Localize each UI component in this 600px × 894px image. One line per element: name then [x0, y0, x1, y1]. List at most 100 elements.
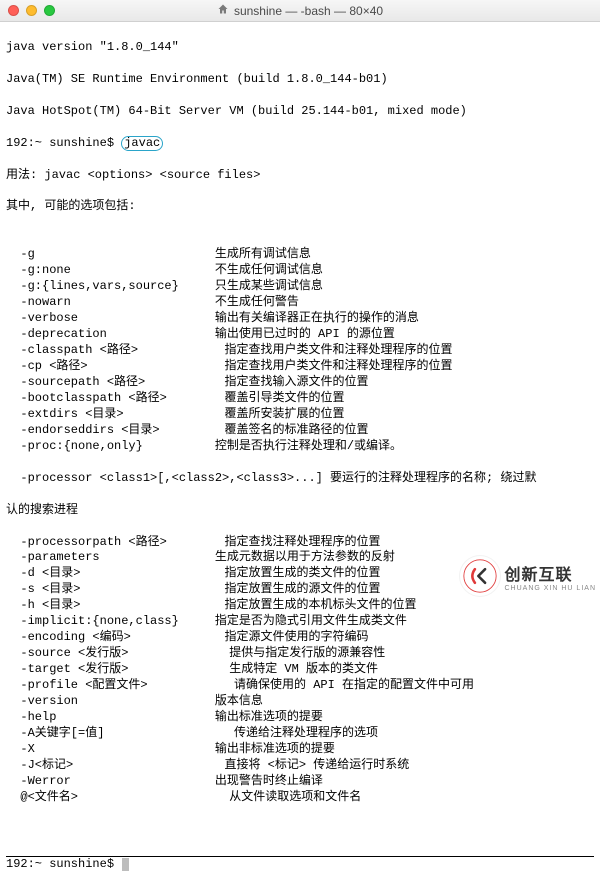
- option-flag: -h <目录>: [6, 598, 224, 614]
- option-row: -profile <配置文件> 请确保使用的 API 在指定的配置文件中可用: [6, 678, 594, 694]
- option-desc: 传递给注释处理程序的选项: [234, 726, 378, 742]
- usage-line: 用法: javac <options> <source files>: [6, 168, 594, 184]
- option-flag: -implicit:{none,class}: [6, 614, 215, 630]
- subhead-line: 其中, 可能的选项包括:: [6, 199, 594, 215]
- option-desc: 输出非标准选项的提要: [215, 742, 335, 758]
- zoom-icon[interactable]: [44, 5, 55, 16]
- option-flag: -cp <路径>: [6, 359, 224, 375]
- option-flag: -Werror: [6, 774, 215, 790]
- titlebar: sunshine — -bash — 80×40: [0, 0, 600, 22]
- option-desc: 指定查找输入源文件的位置: [224, 375, 368, 391]
- terminal-body[interactable]: java version "1.8.0_144" Java(TM) SE Run…: [0, 22, 600, 894]
- option-row: -proc:{none,only} 控制是否执行注释处理和/或编译。: [6, 439, 594, 455]
- option-row: -g:none 不生成任何调试信息: [6, 263, 594, 279]
- option-desc: 输出有关编译器正在执行的操作的消息: [215, 311, 419, 327]
- option-row: -verbose 输出有关编译器正在执行的操作的消息: [6, 311, 594, 327]
- option-row: -sourcepath <路径> 指定查找输入源文件的位置: [6, 375, 594, 391]
- option-flag: -deprecation: [6, 327, 215, 343]
- prompt-prefix: 192:~ sunshine$: [6, 136, 114, 150]
- option-flag: -A关键字[=值]: [6, 726, 234, 742]
- option-desc: 直接将 <标记> 传递给运行时系统: [224, 758, 409, 774]
- option-flag: -sourcepath <路径>: [6, 375, 224, 391]
- option-row: -Werror 出现警告时终止编译: [6, 774, 594, 790]
- watermark-sub: CHUANG XIN HU LIAN: [504, 585, 596, 592]
- option-desc: 出现警告时终止编译: [215, 774, 323, 790]
- prompt-line: 192:~ sunshine$: [6, 856, 594, 873]
- option-desc: 指定放置生成的源文件的位置: [224, 582, 380, 598]
- option-row: -nowarn 不生成任何警告: [6, 295, 594, 311]
- typed-command: javac: [121, 136, 163, 151]
- option-flag: @<文件名>: [6, 790, 229, 806]
- option-row: -bootclasspath <路径> 覆盖引导类文件的位置: [6, 391, 594, 407]
- option-desc: 不生成任何警告: [215, 295, 299, 311]
- option-flag: -classpath <路径>: [6, 343, 224, 359]
- option-row: -endorseddirs <目录> 覆盖签名的标准路径的位置: [6, 423, 594, 439]
- option-desc: 指定源文件使用的字符编码: [224, 630, 368, 646]
- cursor: [122, 858, 129, 871]
- option-flag: -s <目录>: [6, 582, 224, 598]
- option-desc: 覆盖引导类文件的位置: [224, 391, 344, 407]
- option-desc: 不生成任何调试信息: [215, 263, 323, 279]
- option-row: -cp <路径> 指定查找用户类文件和注释处理程序的位置: [6, 359, 594, 375]
- option-row: -encoding <编码> 指定源文件使用的字符编码: [6, 630, 594, 646]
- option-flag: -d <目录>: [6, 566, 224, 582]
- option-desc: 只生成某些调试信息: [215, 279, 323, 295]
- close-icon[interactable]: [8, 5, 19, 16]
- option-desc: 控制是否执行注释处理和/或编译。: [215, 439, 402, 455]
- option-flag: -version: [6, 694, 215, 710]
- option-row: -extdirs <目录> 覆盖所安装扩展的位置: [6, 407, 594, 423]
- option-flag: -g:{lines,vars,source}: [6, 279, 215, 295]
- option-row-wrap: -processor <class1>[,<class2>,<class3>..…: [6, 471, 594, 487]
- window-title-text: sunshine — -bash — 80×40: [234, 4, 383, 18]
- option-desc: 生成特定 VM 版本的类文件: [229, 662, 378, 678]
- option-flag: -extdirs <目录>: [6, 407, 224, 423]
- window-title: sunshine — -bash — 80×40: [0, 3, 600, 18]
- option-flag: -parameters: [6, 550, 215, 566]
- watermark-text-group: 创新互联 CHUANG XIN HU LIAN: [504, 561, 596, 592]
- option-desc: 指定查找用户类文件和注释处理程序的位置: [224, 343, 452, 359]
- option-row: -J<标记> 直接将 <标记> 传递给运行时系统: [6, 758, 594, 774]
- prompt-prefix: 192:~ sunshine$: [6, 857, 121, 871]
- option-flag: -help: [6, 710, 215, 726]
- blank-line: [6, 822, 594, 838]
- option-flag: -verbose: [6, 311, 215, 327]
- option-flag: -encoding <编码>: [6, 630, 224, 646]
- option-flag: -bootclasspath <路径>: [6, 391, 224, 407]
- java-version-line: Java HotSpot(TM) 64-Bit Server VM (build…: [6, 104, 594, 120]
- option-flag: -X: [6, 742, 215, 758]
- option-row: -g 生成所有调试信息: [6, 247, 594, 263]
- option-row: -implicit:{none,class} 指定是否为隐式引用文件生成类文件: [6, 614, 594, 630]
- option-desc: 输出使用已过时的 API 的源位置: [215, 327, 395, 343]
- option-flag: -proc:{none,only}: [6, 439, 215, 455]
- option-flag: -source <发行版>: [6, 646, 229, 662]
- option-desc: 覆盖所安装扩展的位置: [224, 407, 344, 423]
- option-flag: -target <发行版>: [6, 662, 229, 678]
- option-row: -h <目录> 指定放置生成的本机标头文件的位置: [6, 598, 594, 614]
- minimize-icon[interactable]: [26, 5, 37, 16]
- home-icon: [217, 3, 229, 18]
- option-row: -classpath <路径> 指定查找用户类文件和注释处理程序的位置: [6, 343, 594, 359]
- option-desc: 指定查找用户类文件和注释处理程序的位置: [224, 359, 452, 375]
- option-desc: 提供与指定发行版的源兼容性: [229, 646, 385, 662]
- option-row: -A关键字[=值] 传递给注释处理程序的选项: [6, 726, 594, 742]
- option-row: -version 版本信息: [6, 694, 594, 710]
- option-row: -processorpath <路径> 指定查找注释处理程序的位置: [6, 535, 594, 551]
- option-flag: -endorseddirs <目录>: [6, 423, 224, 439]
- prompt-line: 192:~ sunshine$ javac: [6, 136, 594, 152]
- option-desc: 生成元数据以用于方法参数的反射: [215, 550, 395, 566]
- option-flag: -nowarn: [6, 295, 215, 311]
- option-flag: -g:none: [6, 263, 215, 279]
- option-desc: 指定放置生成的类文件的位置: [224, 566, 380, 582]
- java-version-line: Java(TM) SE Runtime Environment (build 1…: [6, 72, 594, 88]
- option-row: -target <发行版> 生成特定 VM 版本的类文件: [6, 662, 594, 678]
- option-flag: -profile <配置文件>: [6, 678, 234, 694]
- option-row: -help 输出标准选项的提要: [6, 710, 594, 726]
- option-row-wrap: 认的搜索进程: [6, 503, 594, 519]
- option-flag: -g: [6, 247, 215, 263]
- option-desc: 请确保使用的 API 在指定的配置文件中可用: [234, 678, 474, 694]
- watermark: 创新互联 CHUANG XIN HU LIAN: [458, 554, 600, 598]
- option-row: -X 输出非标准选项的提要: [6, 742, 594, 758]
- option-desc: 指定放置生成的本机标头文件的位置: [224, 598, 416, 614]
- option-desc: 覆盖签名的标准路径的位置: [224, 423, 368, 439]
- option-row: -g:{lines,vars,source} 只生成某些调试信息: [6, 279, 594, 295]
